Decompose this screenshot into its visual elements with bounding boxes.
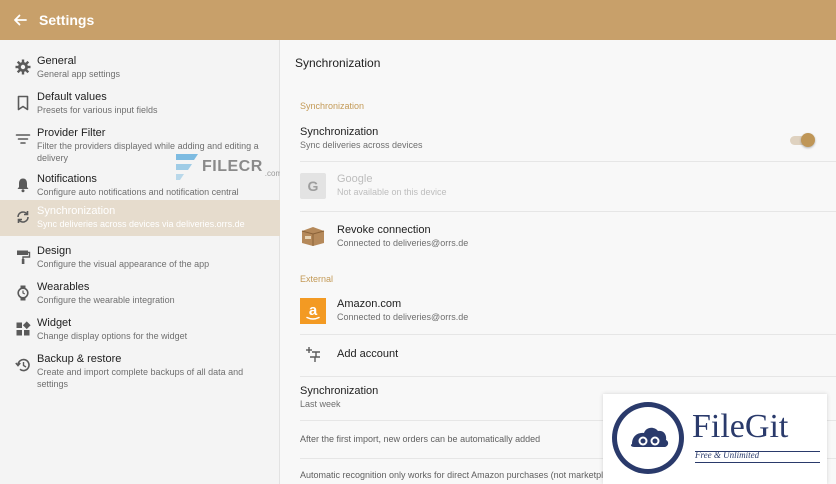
svg-text:a: a	[309, 302, 318, 319]
app-bar: Settings	[0, 0, 836, 40]
section-header-sync: Synchronization	[300, 101, 365, 111]
package-box-icon	[300, 223, 326, 249]
sidebar-item-desc: Configure auto notifications and notific…	[37, 187, 239, 197]
sidebar-item-desc: Configure the visual appearance of the a…	[37, 259, 210, 269]
bell-icon	[17, 178, 29, 193]
sidebar-item-desc: General app settings	[37, 69, 121, 79]
revoke-title: Revoke connection	[337, 224, 431, 236]
filegit-name: FileGit	[692, 408, 789, 445]
sync-toggle-title: Synchronization	[300, 126, 379, 138]
page-title: Settings	[39, 12, 95, 28]
filegit-watermark: FileGit Free & Unlimited	[603, 394, 827, 484]
filecr-logo-icon	[176, 154, 198, 180]
section-header-external: External	[300, 274, 334, 284]
google-desc: Not available on this device	[337, 187, 447, 197]
sidebar-item-wearables[interactable]: Wearables Configure the wearable integra…	[0, 276, 280, 312]
sidebar-item-label: Default values	[37, 91, 107, 103]
filecr-watermark: FILECR .com	[170, 150, 282, 184]
filter-icon	[15, 134, 31, 144]
sidebar-item-synchronization[interactable]: Synchronization Sync deliveries across d…	[0, 200, 280, 236]
add-account-row[interactable]: Add account	[300, 346, 836, 370]
back-button[interactable]	[0, 0, 40, 40]
amazon-account-row[interactable]: a Amazon.com Connected to deliveries@orr…	[300, 297, 836, 327]
amazon-title: Amazon.com	[337, 298, 402, 310]
divider	[300, 334, 836, 335]
sync-switch[interactable]	[790, 133, 815, 147]
google-icon: G	[300, 173, 326, 199]
sidebar-item-general[interactable]: General General app settings	[0, 50, 280, 86]
sync-toggle-desc: Sync deliveries across devices	[300, 140, 423, 150]
sidebar-item-desc: Create and import complete backups of al…	[37, 367, 244, 389]
sidebar-item-label: Wearables	[37, 281, 90, 293]
sidebar-item-backup-restore[interactable]: Backup & restore Create and import compl…	[0, 348, 280, 394]
sidebar-item-label: Provider Filter	[37, 127, 106, 139]
filegit-logo-icon	[612, 402, 684, 474]
filegit-tagline: Free & Unlimited	[695, 450, 760, 460]
filegit-rule-bottom	[695, 462, 820, 463]
widget-icon	[16, 321, 31, 336]
sidebar-item-desc: Change display options for the widget	[37, 331, 188, 341]
sidebar-item-widget[interactable]: Widget Change display options for the wi…	[0, 312, 280, 348]
bookmark-icon	[17, 95, 29, 111]
filecr-name: FILECR	[202, 158, 263, 175]
sidebar-item-label: Widget	[37, 317, 72, 329]
restore-icon	[15, 358, 30, 372]
sidebar-item-label: Design	[37, 245, 72, 257]
paint-roller-icon	[17, 250, 31, 264]
content-title: Synchronization	[295, 56, 381, 70]
divider	[300, 376, 836, 377]
sidebar-item-label: Synchronization	[37, 205, 116, 217]
sidebar-item-desc: Configure the wearable integration	[37, 295, 175, 305]
sidebar-item-desc: Presets for various input fields	[37, 105, 158, 115]
revoke-connection-row[interactable]: Revoke connection Connected to deliverie…	[300, 223, 836, 253]
sync-toggle-row[interactable]: Synchronization Sync deliveries across d…	[300, 125, 836, 155]
gear-icon	[15, 59, 31, 75]
add-account-icon	[300, 343, 326, 369]
arrow-left-icon	[14, 14, 27, 26]
import-note: After the first import, new orders can b…	[300, 434, 541, 444]
sidebar-item-label: General	[37, 55, 77, 67]
google-row: G Google Not available on this device	[300, 172, 836, 202]
sidebar-item-label: Backup & restore	[37, 353, 122, 365]
svg-text:G: G	[308, 178, 319, 194]
switch-thumb	[801, 133, 815, 147]
divider	[300, 211, 836, 212]
sidebar-item-default-values[interactable]: Default values Presets for various input…	[0, 86, 280, 122]
revoke-desc: Connected to deliveries@orrs.de	[337, 238, 469, 248]
sidebar-item-desc: Sync deliveries across devices via deliv…	[37, 219, 245, 229]
add-account-label: Add account	[337, 348, 399, 360]
sync-icon	[17, 211, 29, 223]
divider	[300, 161, 836, 162]
watch-icon	[17, 285, 29, 301]
amazon-desc: Connected to deliveries@orrs.de	[337, 312, 469, 322]
sidebar-item-design[interactable]: Design Configure the visual appearance o…	[0, 240, 280, 276]
google-title: Google	[337, 173, 373, 185]
settings-sidebar: General General app settings Default val…	[0, 40, 280, 484]
amazon-icon: a	[300, 298, 326, 324]
